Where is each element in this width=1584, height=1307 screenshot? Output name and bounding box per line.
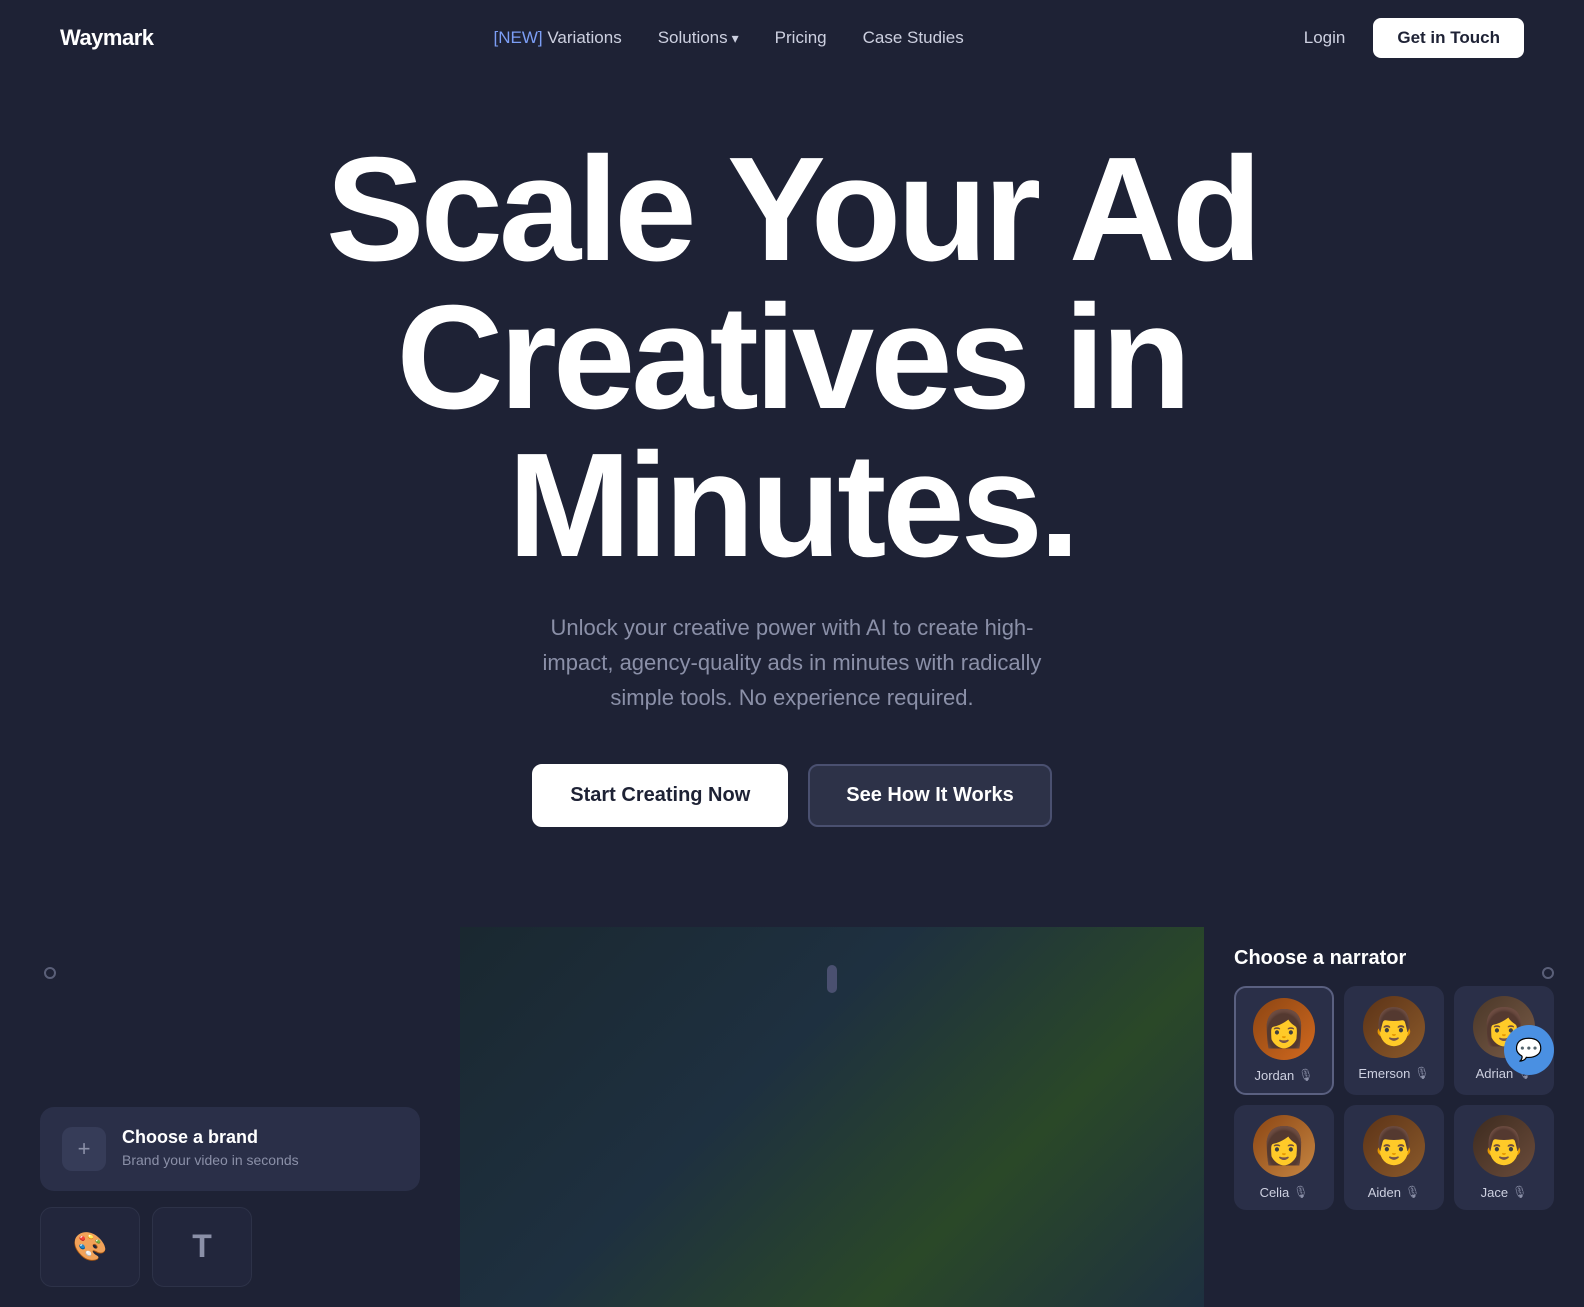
mic-icon: 🎙 [1298,1068,1313,1082]
narrator-emerson-name: Emerson 🎙 [1358,1066,1429,1081]
nav-right: Login Get in Touch [1304,18,1524,58]
narrator-grid: 👩 Jordan 🎙 👨 Emerson 🎙 [1234,986,1554,1210]
narrator-emerson[interactable]: 👨 Emerson 🎙 [1344,986,1444,1095]
choose-brand-card[interactable]: + Choose a brand Brand your video in sec… [40,1107,420,1191]
nav-item-pricing[interactable]: Pricing [775,28,827,48]
chat-bubble-button[interactable]: 💬 [1504,1025,1554,1075]
palette-tool-icon[interactable]: 🎨 [40,1207,140,1287]
video-indicator [827,965,837,993]
narrator-title: Choose a narrator [1234,947,1554,970]
narrator-jordan-name: Jordan 🎙 [1255,1068,1314,1083]
narrator-celia-avatar: 👩 [1253,1115,1315,1177]
brand-plus-icon: + [62,1127,106,1171]
choose-brand-description: Brand your video in seconds [122,1152,299,1168]
new-badge: [NEW] [494,28,543,47]
narrator-jordan[interactable]: 👩 Jordan 🎙 [1234,986,1334,1095]
brand-logo[interactable]: Waymark [60,25,154,51]
hero-buttons: Start Creating Now See How It Works [40,764,1544,827]
chat-icon: 💬 [1515,1037,1542,1063]
chevron-down-icon [732,28,739,48]
narrator-aiden-avatar: 👨 [1363,1115,1425,1177]
mic-icon-aiden: 🎙 [1405,1185,1420,1199]
nav-login[interactable]: Login [1304,28,1346,48]
narrator-aiden-name: Aiden 🎙 [1368,1185,1420,1200]
bottom-section: + Choose a brand Brand your video in sec… [0,927,1584,1307]
narrator-aiden[interactable]: 👨 Aiden 🎙 [1344,1105,1444,1210]
tool-icons-row: 🎨 T [40,1207,420,1287]
start-creating-button[interactable]: Start Creating Now [532,764,788,827]
hero-title: Scale Your Ad Creatives in Minutes. [40,136,1544,580]
center-panel [460,927,1204,1307]
nav-links: [NEW] Variations Solutions Pricing Case … [494,28,964,48]
mic-icon-jace: 🎙 [1512,1185,1527,1199]
brand-card-text: Choose a brand Brand your video in secon… [122,1127,299,1168]
navbar: Waymark [NEW] Variations Solutions Prici… [0,0,1584,76]
text-tool-icon[interactable]: T [152,1207,252,1287]
nav-item-variations[interactable]: [NEW] Variations [494,28,622,48]
narrator-emerson-avatar: 👨 [1363,996,1425,1058]
get-in-touch-button[interactable]: Get in Touch [1373,18,1524,58]
narrator-celia[interactable]: 👩 Celia 🎙 [1234,1105,1334,1210]
right-panel: Choose a narrator 👩 Jordan 🎙 👨 Emerson [1204,927,1584,1307]
hero-section: Scale Your Ad Creatives in Minutes. Unlo… [0,76,1584,927]
hero-subtitle: Unlock your creative power with AI to cr… [522,610,1062,716]
dot-indicator-left [44,967,56,979]
nav-item-case-studies[interactable]: Case Studies [863,28,964,48]
see-how-it-works-button[interactable]: See How It Works [808,764,1051,827]
mic-icon-celia: 🎙 [1293,1185,1308,1199]
narrator-jace-name: Jace 🎙 [1481,1185,1528,1200]
choose-brand-label: Choose a brand [122,1127,299,1148]
mic-icon-emerson: 🎙 [1414,1066,1429,1080]
nav-item-solutions[interactable]: Solutions [658,28,739,48]
narrator-jordan-avatar: 👩 [1253,998,1315,1060]
dot-indicator-right [1542,967,1554,979]
narrator-jace[interactable]: 👨 Jace 🎙 [1454,1105,1554,1210]
narrator-jace-avatar: 👨 [1473,1115,1535,1177]
video-preview-area[interactable] [460,927,1204,1307]
narrator-celia-name: Celia 🎙 [1260,1185,1309,1200]
left-panel: + Choose a brand Brand your video in sec… [0,927,460,1307]
